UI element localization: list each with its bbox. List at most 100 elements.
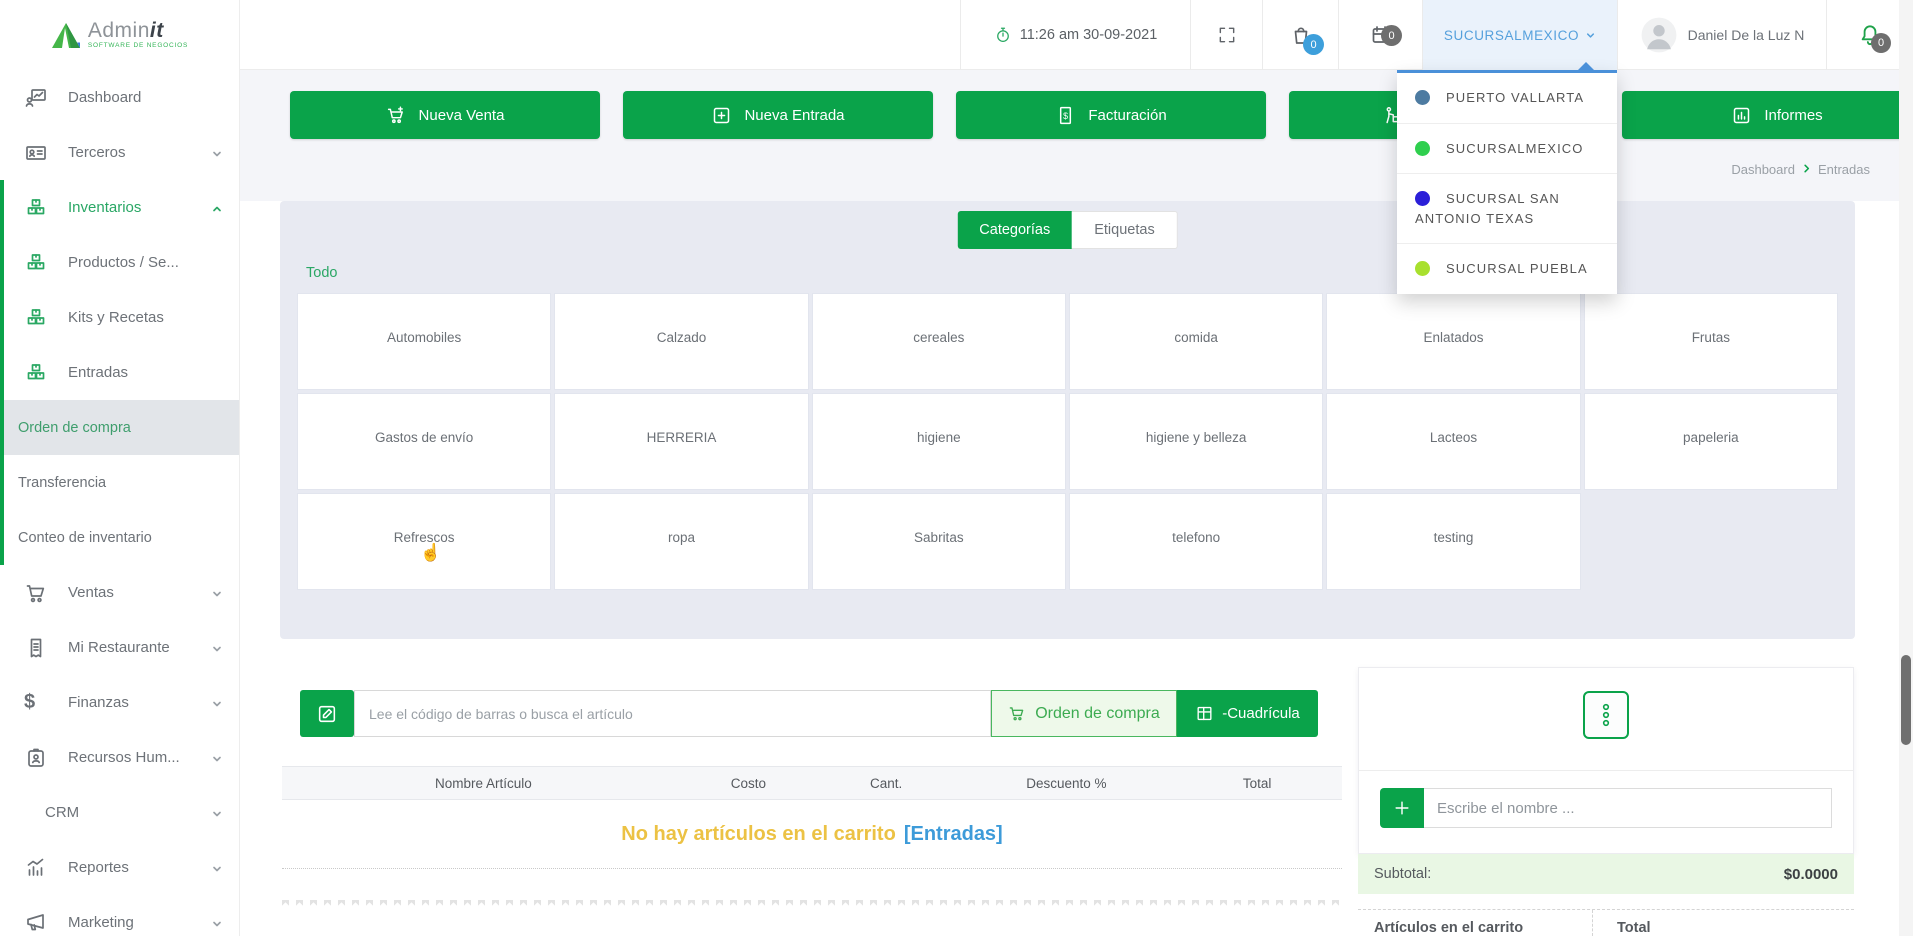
scrollbar[interactable]	[1899, 0, 1913, 936]
informes-button[interactable]: Informes	[1622, 91, 1913, 139]
category-tile[interactable]: Sabritas	[812, 493, 1066, 590]
scan-row: Orden de compra -Cuadrícula	[300, 690, 1318, 737]
category-tile[interactable]: Frutas	[1584, 293, 1838, 390]
sidebar-item-crm[interactable]: CRM	[0, 785, 239, 840]
chevron-down-icon	[211, 147, 223, 164]
logo-wordmark: Adminit	[88, 20, 188, 41]
branch-option-sucursalmexico[interactable]: SUCURSALMEXICO	[1397, 124, 1617, 175]
branch-selector[interactable]: SUCURSALMEXICO	[1422, 0, 1617, 70]
col-costo: Costo	[685, 776, 812, 791]
dashboard-icon	[24, 86, 48, 110]
user-menu[interactable]: Daniel De la Luz N	[1617, 0, 1826, 70]
bag-button[interactable]: 0	[1262, 0, 1338, 70]
badge-icon	[24, 746, 48, 770]
category-tile[interactable]: Gastos de envío	[297, 393, 551, 490]
subtotal-bar: Subtotal: $0.0000	[1358, 854, 1854, 894]
sidebar-item-label: Ventas	[68, 584, 114, 601]
logo-triangle-icon	[51, 22, 81, 49]
avatar	[1640, 16, 1678, 54]
empty-cart-message: No hay artículos en el carrito [Entradas…	[282, 800, 1342, 869]
topbar: 11:26 am 30-09-2021 0 0 SUCURSALMEXICO D…	[240, 0, 1913, 70]
topbar-time-label: 11:26 am 30-09-2021	[1020, 27, 1158, 43]
category-tile[interactable]: comida	[1069, 293, 1323, 390]
category-tile[interactable]: Lacteos	[1326, 393, 1580, 490]
col-total: Total	[1172, 776, 1342, 791]
items-in-cart-label: Artículos en el carrito	[1358, 910, 1592, 936]
branch-option-san-antonio-texas[interactable]: SUCURSAL SAN ANTONIO TEXAS	[1397, 174, 1617, 244]
edit-icon	[316, 703, 338, 725]
app-logo[interactable]: Adminit SOFTWARE DE NEGOCIOS	[0, 0, 239, 70]
cuadricula-button[interactable]: -Cuadrícula	[1177, 690, 1318, 737]
tab-categorias[interactable]: Categorías	[957, 211, 1072, 249]
calendar-button[interactable]: 0	[1338, 0, 1422, 70]
subtotal-value: $0.0000	[1784, 866, 1838, 883]
category-tile[interactable]: testing	[1326, 493, 1580, 590]
category-tile[interactable]: Refrescos	[297, 493, 551, 590]
nueva-entrada-button[interactable]: Nueva Entrada	[623, 91, 933, 139]
category-tile[interactable]: Automobiles	[297, 293, 551, 390]
sidebar-item-label: Mi Restaurante	[68, 639, 170, 656]
more-options-button[interactable]	[1583, 691, 1629, 739]
col-nombre-articulo: Nombre Artículo	[282, 776, 685, 791]
facturacion-button[interactable]: $ Facturación	[956, 91, 1266, 139]
category-tile[interactable]: ropa	[554, 493, 808, 590]
add-item-button[interactable]	[1380, 788, 1424, 828]
branch-option-sucursal-puebla[interactable]: SUCURSAL PUEBLA	[1397, 244, 1617, 294]
branch-option-puerto-vallarta[interactable]: PUERTO VALLARTA	[1397, 73, 1617, 124]
sidebar-item-terceros[interactable]: Terceros	[0, 125, 239, 180]
sidebar-item-dashboard[interactable]: Dashboard	[0, 70, 239, 125]
orden-de-compra-button[interactable]: Orden de compra	[991, 690, 1177, 737]
sidebar-item-reportes[interactable]: Reportes	[0, 840, 239, 895]
calendar-badge: 0	[1381, 25, 1402, 46]
chevron-down-icon	[211, 752, 223, 769]
category-tile[interactable]: papeleria	[1584, 393, 1838, 490]
branch-dot	[1415, 261, 1430, 276]
sidebar-item-ventas[interactable]: Ventas	[0, 565, 239, 620]
sidebar-item-transferencia[interactable]: Transferencia	[4, 455, 239, 510]
sidebar-item-productos[interactable]: Productos / Se...	[4, 235, 239, 290]
chevron-down-icon	[211, 642, 223, 659]
sidebar-item-marketing[interactable]: Marketing	[0, 895, 239, 950]
chevron-down-icon	[211, 697, 223, 714]
category-tile[interactable]: Calzado	[554, 293, 808, 390]
item-name-input[interactable]	[1424, 788, 1832, 828]
sidebar-item-inventarios[interactable]: Inventarios	[4, 180, 239, 235]
sidebar-item-conteo-inventario[interactable]: Conteo de inventario	[4, 510, 239, 565]
nueva-venta-button[interactable]: Nueva Venta	[290, 91, 600, 139]
sidebar-item-entradas[interactable]: Entradas	[4, 345, 239, 400]
sidebar-item-kits-recetas[interactable]: Kits y Recetas	[4, 290, 239, 345]
chevron-down-icon	[211, 587, 223, 604]
barcode-search-input[interactable]	[354, 690, 991, 737]
sidebar-item-orden-de-compra[interactable]: Orden de compra	[4, 400, 239, 455]
tab-etiquetas[interactable]: Etiquetas	[1072, 211, 1177, 249]
scrollbar-thumb[interactable]	[1901, 655, 1911, 745]
category-tile[interactable]: higiene y belleza	[1069, 393, 1323, 490]
branch-dot	[1415, 141, 1430, 156]
boxes-icon	[24, 196, 48, 220]
cart-table-header: Nombre Artículo Costo Cant. Descuento % …	[282, 766, 1342, 800]
branch-dropdown: PUERTO VALLARTA SUCURSALMEXICO SUCURSAL …	[1397, 70, 1617, 294]
sidebar-item-label: Reportes	[68, 859, 129, 876]
catalog-tabs: Categorías Etiquetas	[957, 211, 1177, 249]
category-tile[interactable]: cereales	[812, 293, 1066, 390]
boxes-icon	[24, 306, 48, 330]
filter-todo-link[interactable]: Todo	[306, 265, 337, 281]
fullscreen-button[interactable]	[1190, 0, 1262, 70]
sidebar-item-label: Entradas	[68, 364, 128, 381]
sidebar-item-mi-restaurante[interactable]: Mi Restaurante	[0, 620, 239, 675]
category-tile[interactable]: higiene	[812, 393, 1066, 490]
sidebar-item-recursos-humanos[interactable]: Recursos Hum...	[0, 730, 239, 785]
category-tile[interactable]: Enlatados	[1326, 293, 1580, 390]
plus-icon	[1392, 798, 1412, 818]
add-item-row	[1380, 788, 1832, 828]
category-tile[interactable]: HERRERIA	[554, 393, 808, 490]
breadcrumb-dashboard[interactable]: Dashboard	[1731, 162, 1795, 177]
manual-entry-button[interactable]	[300, 690, 354, 737]
topbar-clock: 11:26 am 30-09-2021	[960, 0, 1190, 70]
chevron-down-icon	[211, 807, 223, 824]
sidebar-item-finanzas[interactable]: $ Finanzas	[0, 675, 239, 730]
category-tile[interactable]: telefono	[1069, 493, 1323, 590]
grid-icon	[1195, 704, 1214, 723]
cart-summary-columns: Artículos en el carrito Total	[1358, 909, 1854, 936]
user-name-label: Daniel De la Luz N	[1688, 27, 1805, 43]
